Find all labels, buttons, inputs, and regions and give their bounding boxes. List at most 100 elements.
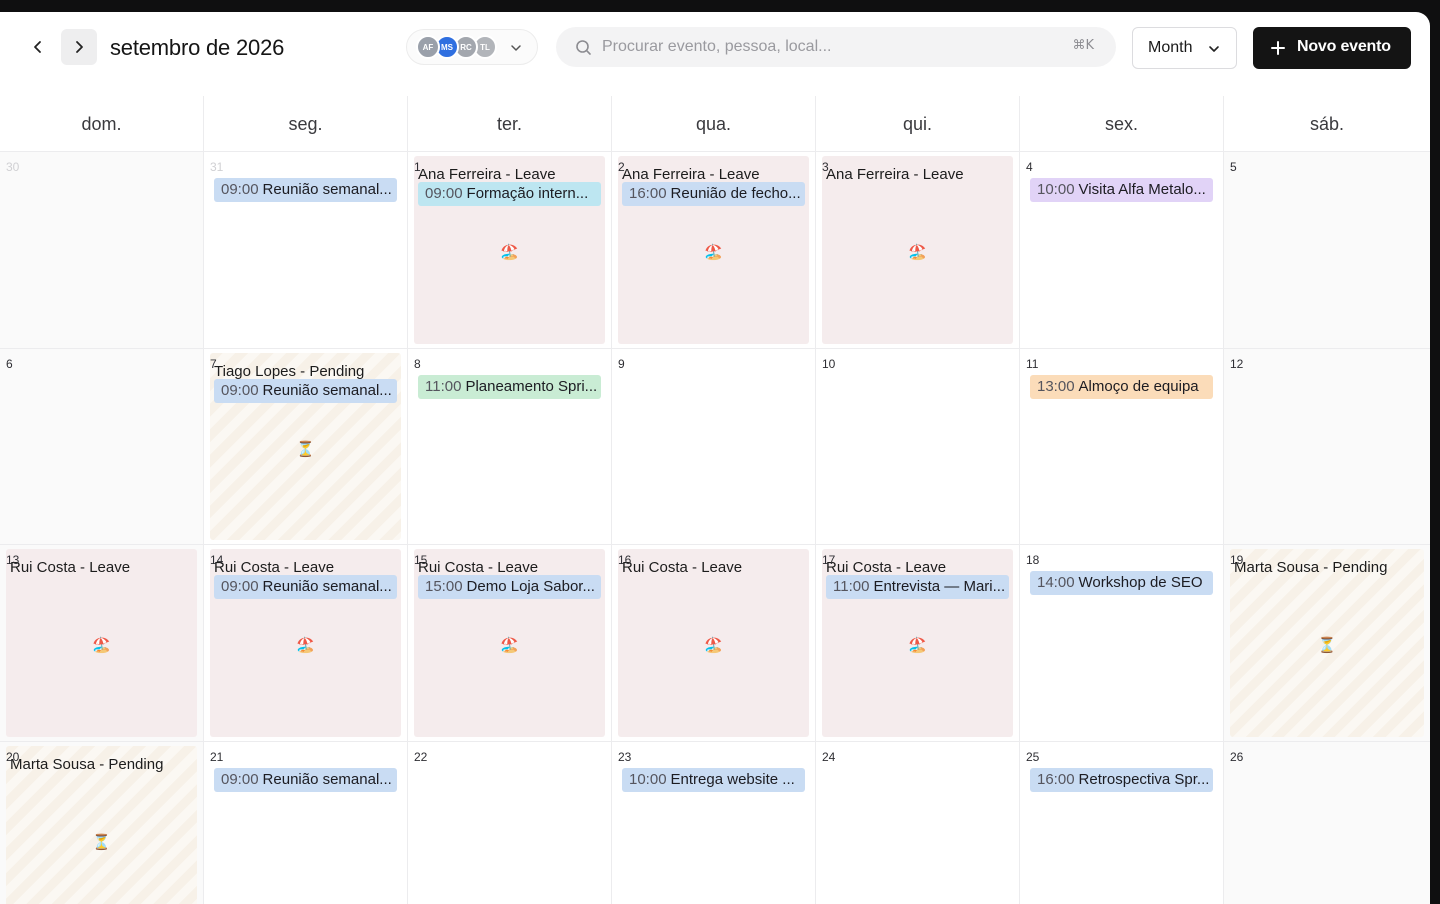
event-title: Entrevista — Mari... <box>873 578 1006 595</box>
day-number: 30 <box>6 160 20 174</box>
beach-icon: 🏖️ <box>500 244 519 261</box>
weekday-label: dom. <box>0 96 204 152</box>
weekday-label: ter. <box>408 96 612 152</box>
day-cell[interactable]: 11 13:00 Almoço de equipa <box>1020 348 1224 544</box>
event-time: 16:00 <box>1037 770 1075 788</box>
day-cell[interactable]: 5 <box>1224 152 1430 348</box>
chevron-left-icon <box>34 41 41 53</box>
day-number: 13 <box>6 553 20 567</box>
view-mode-select[interactable]: Month <box>1132 27 1237 69</box>
week-row: 13 Rui Costa - Leave 🏖️ 14 Rui Costa - Leave… <box>0 545 1430 742</box>
event-chip[interactable]: 09:00 Reunião semanal... <box>214 767 397 792</box>
day-cell[interactable]: 23 10:00 Entrega website ... <box>612 741 816 904</box>
day-cell[interactable]: 12 <box>1224 348 1430 544</box>
day-cell[interactable]: 22 <box>408 741 612 904</box>
day-cell[interactable]: 15 Rui Costa - Leave 🏖️ 15:00 Demo Loja Sabo… <box>408 545 612 741</box>
day-cell[interactable]: 25 16:00 Retrospectiva Spr... <box>1020 741 1224 904</box>
event-time: 15:00 <box>425 578 463 595</box>
absence-title: Rui Costa - Leave <box>418 559 539 576</box>
day-cell[interactable]: 10 <box>816 348 1020 544</box>
day-cell[interactable]: 14 Rui Costa - Leave 🏖️ 09:00 Reunião semana… <box>204 545 408 741</box>
absence-title: Ana Ferreira - Leave <box>418 166 556 183</box>
day-number: 10 <box>822 356 836 371</box>
day-number: 22 <box>414 749 428 764</box>
day-number: 20 <box>6 749 20 764</box>
day-cell[interactable]: 20 Marta Sousa - Pending ⏳ <box>0 741 204 904</box>
day-number: 31 <box>210 160 224 174</box>
event-chip[interactable]: 09:00 Reunião semanal... <box>214 378 397 403</box>
event-chip[interactable]: 11:00 Planeamento Spri... <box>418 374 601 399</box>
day-number: 14 <box>210 553 224 567</box>
event-chip[interactable]: 11:00 Entrevista — Mari... <box>826 575 1009 599</box>
day-cell[interactable]: 8 11:00 Planeamento Spri... <box>408 348 612 544</box>
event-time: 09:00 <box>221 578 259 595</box>
day-cell[interactable]: 13 Rui Costa - Leave 🏖️ <box>0 545 204 741</box>
event-time: 09:00 <box>221 381 259 399</box>
day-cell[interactable]: 17 Rui Costa - Leave 🏖️ 11:00 Entrevista — M… <box>816 545 1020 741</box>
day-cell[interactable]: 1 Ana Ferreira - Leave 🏖️ 09:00 Formação int… <box>408 152 612 348</box>
day-cell[interactable]: 4 10:00 Visita Alfa Metalo... <box>1020 152 1224 348</box>
event-title: Reunião semanal... <box>262 381 392 399</box>
event-chip[interactable]: 09:00 Formação intern... <box>418 182 601 206</box>
absence-title: Rui Costa - Leave <box>214 559 335 576</box>
event-chip[interactable]: 13:00 Almoço de equipa <box>1030 374 1213 399</box>
weekday-label: seg. <box>204 96 408 152</box>
view-mode-label: Month <box>1148 39 1193 56</box>
event-title: Demo Loja Sabor... <box>466 578 595 595</box>
day-cell[interactable]: 18 14:00 Workshop de SEO <box>1020 545 1224 741</box>
day-number: 11 <box>1026 356 1039 371</box>
week-row: 20 Marta Sousa - Pending ⏳ 21 09:00 Reunião s… <box>0 741 1430 904</box>
day-number: 16 <box>618 553 632 567</box>
day-number: 24 <box>822 749 836 764</box>
day-cell[interactable]: 3 Ana Ferreira - Leave 🏖️ <box>816 152 1020 348</box>
day-cell[interactable]: 31 09:00 Reunião semanal... <box>204 152 408 348</box>
day-number: 3 <box>822 160 829 174</box>
day-cell[interactable]: 2 Ana Ferreira - Leave 🏖️ 16:00 Reunião de f… <box>612 152 816 348</box>
day-cell[interactable]: 30 <box>0 152 204 348</box>
day-cell[interactable]: 9 <box>612 348 816 544</box>
event-time: 09:00 <box>221 181 259 198</box>
absence-title: Tiago Lopes - Pending <box>214 362 365 380</box>
hourglass-icon: ⏳ <box>1317 637 1337 654</box>
previous-month-button[interactable] <box>20 29 56 65</box>
day-number: 2 <box>618 160 625 174</box>
people-filter[interactable]: AF MS RC TL <box>406 29 538 65</box>
event-chip[interactable]: 16:00 Retrospectiva Spr... <box>1030 767 1213 792</box>
page-title: setembro de 2026 <box>110 35 285 60</box>
beach-icon: 🏖️ <box>500 637 519 654</box>
day-cell[interactable]: 24 <box>816 741 1020 904</box>
weekday-label: sex. <box>1020 96 1224 152</box>
day-cell[interactable]: 19 Marta Sousa - Pending ⏳ <box>1224 545 1430 741</box>
beach-icon: 🏖️ <box>704 244 723 261</box>
event-time: 09:00 <box>221 770 259 788</box>
event-title: Formação intern... <box>466 185 589 202</box>
week-row: 6 7 Tiago Lopes - Pending ⏳ 09:00 Reunião sem… <box>0 348 1430 545</box>
day-number: 23 <box>618 749 632 764</box>
event-time: 11:00 <box>425 377 462 395</box>
day-cell[interactable]: 6 <box>0 348 204 544</box>
day-cell[interactable]: 26 <box>1224 741 1430 904</box>
day-cell[interactable]: 16 Rui Costa - Leave 🏖️ <box>612 545 816 741</box>
next-month-button[interactable] <box>61 29 97 65</box>
new-event-button[interactable]: Novo evento <box>1253 27 1411 69</box>
event-title: Planeamento Spri... <box>465 377 598 395</box>
event-chip[interactable]: 14:00 Workshop de SEO <box>1030 571 1213 595</box>
day-number: 19 <box>1230 553 1244 567</box>
day-number: 17 <box>822 553 836 567</box>
search-input[interactable] <box>602 33 1042 61</box>
calendar-header: setembro de 2026 AFMSRCTL ⌘K Month Novo … <box>0 12 1430 96</box>
day-number: 4 <box>1026 160 1033 174</box>
event-chip[interactable]: 10:00 Visita Alfa Metalo... <box>1030 178 1213 202</box>
day-cell[interactable]: 7 Tiago Lopes - Pending ⏳ 09:00 Reunião sema… <box>204 348 408 544</box>
event-chip[interactable]: 15:00 Demo Loja Sabor... <box>418 575 601 599</box>
absence-title: Marta Sousa - Pending <box>1234 559 1388 576</box>
event-chip[interactable]: 09:00 Reunião semanal... <box>214 575 397 599</box>
event-time: 10:00 <box>629 770 667 788</box>
event-title: Entrega website ... <box>670 770 795 788</box>
event-chip[interactable]: 09:00 Reunião semanal... <box>214 178 397 202</box>
absence-title: Rui Costa - Leave <box>622 559 743 576</box>
event-chip[interactable]: 10:00 Entrega website ... <box>622 767 805 792</box>
beach-icon: 🏖️ <box>296 637 315 654</box>
day-cell[interactable]: 21 09:00 Reunião semanal... <box>204 741 408 904</box>
event-chip[interactable]: 16:00 Reunião de fecho... <box>622 182 805 206</box>
